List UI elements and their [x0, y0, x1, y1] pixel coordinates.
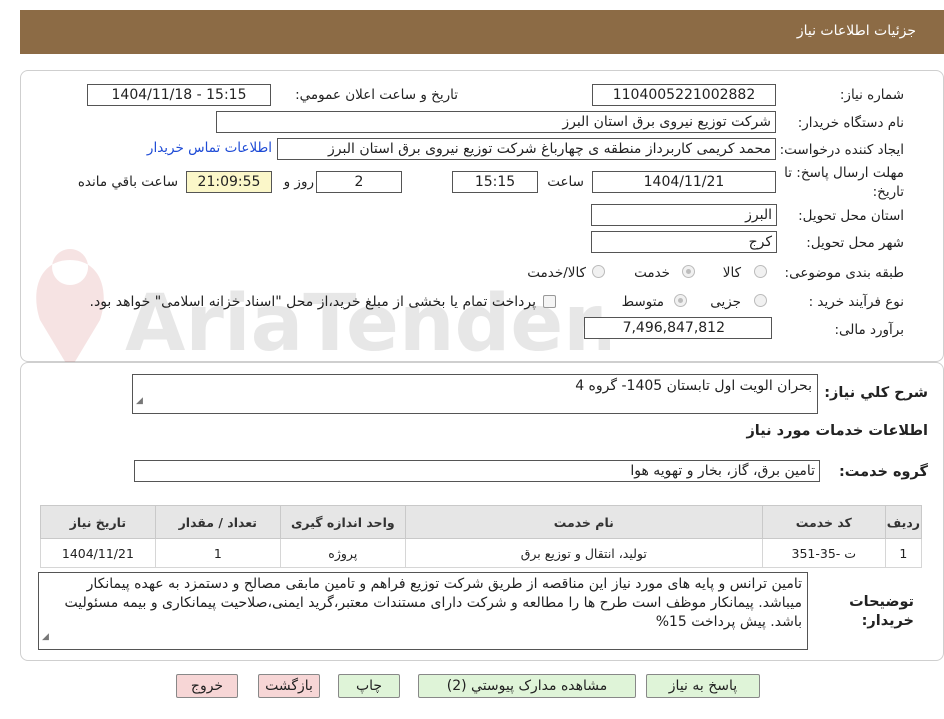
- days-label: روز و: [283, 174, 314, 190]
- cell-quantity: 1: [154, 538, 281, 568]
- category-goods-radio[interactable]: [754, 265, 767, 278]
- service-group-field: تامین برق، گاز، بخار و تهویه هوا: [134, 460, 820, 482]
- city-field: کرج: [591, 231, 777, 253]
- col-header-service-name: نام خدمت: [404, 505, 763, 539]
- table-row: 1 ت -35-351 تولید، انتقال و توزیع برق پر…: [40, 538, 923, 568]
- category-service-label: خدمت: [634, 265, 670, 281]
- page-title: جزئیات اطلاعات نیاز: [796, 23, 916, 39]
- cell-service-code: ت -35-351: [761, 538, 886, 568]
- category-service-radio[interactable]: [682, 265, 695, 278]
- category-goods-service-radio[interactable]: [592, 265, 605, 278]
- need-number-field: 1104005221002882: [592, 84, 776, 106]
- province-label: استان محل تحویل:: [798, 208, 904, 224]
- col-header-row-number: ردیف: [884, 505, 923, 539]
- deadline-time-label: ساعت: [547, 174, 584, 190]
- deadline-date-field: 1404/11/21: [592, 171, 776, 193]
- treasury-payment-checkbox[interactable]: [543, 295, 556, 308]
- summary-textarea[interactable]: بحران الویت اول تابستان 1405- گروه 4 ◢: [132, 374, 818, 414]
- reply-button[interactable]: پاسخ به نیاز: [646, 674, 760, 698]
- days-remaining-field: 2: [316, 171, 402, 193]
- back-button[interactable]: بازگشت: [258, 674, 320, 698]
- city-label: شهر محل تحویل:: [806, 235, 904, 251]
- print-button[interactable]: چاپ: [338, 674, 400, 698]
- buyer-notes-textarea[interactable]: تامین ترانس و پایه های مورد نیاز این منا…: [38, 572, 808, 650]
- process-type-label: نوع فرآیند خرید :: [808, 294, 904, 310]
- svg-text:AriaTender.net: AriaTender.net: [125, 279, 610, 369]
- deadline-time-field: 15:15: [452, 171, 538, 193]
- process-medium-radio[interactable]: [674, 294, 687, 307]
- cell-service-name: تولید، انتقال و توزیع برق: [404, 538, 763, 568]
- resize-handle-icon: ◢: [136, 396, 143, 406]
- deadline-label: مهلت ارسال پاسخ: تا: [784, 165, 904, 181]
- need-number-label: شماره نیاز:: [839, 87, 904, 103]
- province-field: البرز: [591, 204, 777, 226]
- summary-text: بحران الویت اول تابستان 1405- گروه 4: [575, 378, 812, 394]
- services-table: ردیف کد خدمت نام خدمت واحد اندازه گیری ت…: [40, 505, 923, 568]
- process-medium-label: متوسط: [621, 294, 664, 310]
- announce-date-label: تاریخ و ساعت اعلان عمومي:: [295, 87, 458, 103]
- announce-date-field: 1404/11/18 - 15:15: [87, 84, 271, 106]
- process-minor-label: جزیی: [710, 294, 741, 310]
- exit-button[interactable]: خروج: [176, 674, 238, 698]
- col-header-service-code: کد خدمت: [761, 505, 886, 539]
- requester-field: محمد کریمی کاربرداز منطقه ی چهارباغ شرکت…: [277, 138, 776, 160]
- cell-unit: پروژه: [279, 538, 406, 568]
- deadline-label-date: تاریخ:: [872, 184, 904, 200]
- page-header: جزئیات اطلاعات نیاز: [20, 10, 944, 54]
- category-goods-service-label: کالا/خدمت: [527, 265, 586, 281]
- cell-row-number: 1: [884, 538, 923, 568]
- treasury-payment-note: پرداخت تمام یا بخشی از مبلغ خرید،از محل …: [89, 294, 536, 310]
- category-label: طبقه بندی موضوعی:: [784, 265, 904, 281]
- remaining-time-label: ساعت باقي مانده: [77, 174, 178, 190]
- budget-field: 7,496,847,812: [584, 317, 772, 339]
- col-header-unit: واحد اندازه گیری: [279, 505, 406, 539]
- buyer-org-field: شرکت توزیع نیروی برق استان البرز: [216, 111, 776, 133]
- category-goods-label: کالا: [722, 265, 741, 281]
- resize-handle-icon: ◢: [42, 632, 49, 642]
- cell-need-date: 1404/11/21: [40, 538, 156, 568]
- service-group-label: گروه خدمت:: [838, 464, 928, 480]
- col-header-quantity: تعداد / مقدار: [154, 505, 281, 539]
- services-section-title: اطلاعات خدمات مورد نیاز: [746, 423, 928, 439]
- budget-label: برآورد مالی:: [834, 322, 904, 338]
- process-minor-radio[interactable]: [754, 294, 767, 307]
- summary-label: شرح کلي نیاز:: [824, 385, 928, 401]
- table-header-row: ردیف کد خدمت نام خدمت واحد اندازه گیری ت…: [40, 505, 923, 539]
- buyer-notes-label: توضیحات: [849, 594, 914, 610]
- buyer-notes-label-2: خریدار:: [861, 613, 914, 629]
- buyer-contact-link[interactable]: اطلاعات تماس خریدار: [147, 140, 272, 156]
- requester-label: ایجاد کننده درخواست:: [779, 142, 904, 158]
- col-header-need-date: تاریخ نیاز: [40, 505, 156, 539]
- attachments-button[interactable]: مشاهده مدارک پیوستي (2): [418, 674, 636, 698]
- remaining-time-field: 21:09:55: [186, 171, 272, 193]
- buyer-org-label: نام دستگاه خریدار:: [797, 115, 904, 131]
- buyer-notes-text: تامین ترانس و پایه های مورد نیاز این منا…: [64, 576, 802, 630]
